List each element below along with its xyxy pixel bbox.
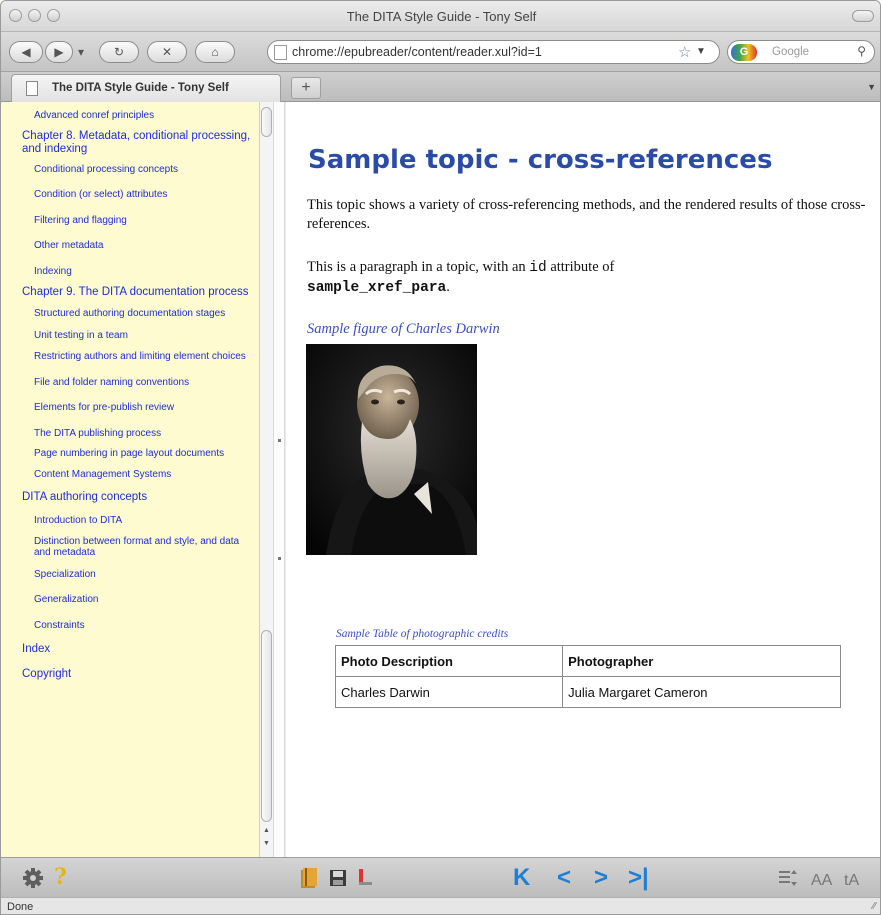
toc-item-advanced-conref[interactable]: Advanced conref principles xyxy=(1,105,259,130)
toc-item-other-metadata[interactable]: Other metadata xyxy=(1,240,259,266)
back-arrow-icon: ◀ xyxy=(21,45,31,59)
search-placeholder[interactable]: Google xyxy=(772,46,809,58)
tab-strip: The DITA Style Guide - Tony Self + ▼ xyxy=(1,72,880,102)
resize-grip-icon[interactable]: ⁄⁄ xyxy=(873,901,876,912)
toc-item-restricting-authors[interactable]: Restricting authors and limiting element… xyxy=(1,351,259,377)
prev-page-icon[interactable]: < xyxy=(557,866,571,890)
toc-item-naming-conventions[interactable]: File and folder naming conventions xyxy=(1,377,259,403)
toc-item-cms[interactable]: Content Management Systems xyxy=(1,469,259,492)
first-page-icon[interactable]: K xyxy=(513,866,530,890)
toc-item-copyright[interactable]: Copyright xyxy=(1,668,259,681)
history-dropdown-button[interactable]: ▾ xyxy=(74,41,88,63)
toc-scrollbar-track-top xyxy=(261,107,272,137)
tab-list-icon[interactable]: ▼ xyxy=(867,82,876,92)
home-icon: ⌂ xyxy=(211,45,219,59)
topic-title: Sample topic - cross-references xyxy=(308,145,773,175)
font-increase-icon[interactable]: tA xyxy=(844,869,859,893)
tab-dita-style-guide[interactable]: The DITA Style Guide - Tony Self xyxy=(11,74,281,102)
reader-content: Sample topic - cross-references This top… xyxy=(286,102,880,857)
toc-item-chapter8[interactable]: Chapter 8. Metadata, conditional process… xyxy=(1,130,259,164)
status-text: Done xyxy=(7,901,34,913)
table-cell: Charles Darwin xyxy=(334,676,564,708)
toc-item-intro-dita[interactable]: Introduction to DITA xyxy=(1,515,259,536)
bookmark-icon[interactable] xyxy=(357,867,373,887)
scroll-up-icon[interactable]: ▲ xyxy=(263,827,270,834)
stop-button[interactable]: ✕ xyxy=(147,41,187,63)
library-icon[interactable] xyxy=(300,867,318,889)
id-value: sample_xref_para xyxy=(307,280,447,296)
toc-item-filtering[interactable]: Filtering and flagging xyxy=(1,215,259,241)
save-icon[interactable] xyxy=(329,869,347,887)
new-tab-button[interactable]: + xyxy=(291,77,321,99)
table-row: Charles Darwin Julia Margaret Cameron xyxy=(334,676,841,708)
url-text[interactable]: chrome://epubreader/content/reader.xul?i… xyxy=(292,45,542,59)
toc-item-condition-attributes[interactable]: Condition (or select) attributes xyxy=(1,189,259,215)
toc-item-index[interactable]: Index xyxy=(1,643,259,668)
toc-scrollbar[interactable]: ▲ ▼ xyxy=(259,102,273,857)
search-engine-icon[interactable]: G xyxy=(731,44,757,61)
toc-item-page-numbering[interactable]: Page numbering in page layout documents xyxy=(1,448,259,469)
toc-item-constraints[interactable]: Constraints xyxy=(1,620,259,644)
status-bar: Done ⁄⁄ xyxy=(1,897,880,914)
last-page-icon[interactable]: >| xyxy=(628,866,649,890)
question-icon[interactable]: ? xyxy=(54,865,67,889)
reload-button[interactable]: ↻ xyxy=(99,41,139,63)
toc-item-chapter9[interactable]: Chapter 9. The DITA documentation proces… xyxy=(1,286,259,308)
chevron-down-icon: ▾ xyxy=(77,45,85,59)
window-title: The DITA Style Guide - Tony Self xyxy=(346,9,537,24)
star-icon[interactable]: ☆ xyxy=(678,43,691,61)
table-cell: Julia Margaret Cameron xyxy=(562,676,841,708)
figure-caption: Sample figure of Charles Darwin xyxy=(307,321,500,337)
toc-item-generalization[interactable]: Generalization xyxy=(1,594,259,620)
search-icon[interactable]: ⚲ xyxy=(857,44,866,58)
navigation-toolbar: ◀ ▶ ▾ ↻ ✕ ⌂ chrome://epubreader/content/… xyxy=(1,32,880,72)
toc-scrollbar-thumb[interactable] xyxy=(261,630,272,822)
toc-item-publishing-process[interactable]: The DITA publishing process xyxy=(1,428,259,449)
title-bar: The DITA Style Guide - Tony Self xyxy=(1,1,880,32)
toc-item-unit-testing[interactable]: Unit testing in a team xyxy=(1,330,259,352)
toc-item-specialization[interactable]: Specialization xyxy=(1,569,259,595)
font-decrease-icon[interactable]: AA xyxy=(811,869,832,893)
inline-code-id: id xyxy=(529,260,547,276)
search-box[interactable]: G Google ⚲ xyxy=(727,40,875,64)
toc-list: Advanced conref principles Chapter 8. Me… xyxy=(1,102,259,681)
document-icon xyxy=(26,81,38,96)
forward-arrow-icon: ▶ xyxy=(54,45,64,59)
browser-window: The DITA Style Guide - Tony Self ◀ ▶ ▾ ↻… xyxy=(0,0,881,915)
line-spacing-icon[interactable] xyxy=(779,870,797,886)
stop-icon: ✕ xyxy=(161,45,173,59)
toc-item-authoring-concepts[interactable]: DITA authoring concepts xyxy=(1,491,259,515)
tab-label: The DITA Style Guide - Tony Self xyxy=(52,82,229,94)
sidebar-splitter[interactable] xyxy=(273,102,285,857)
toc-item-pre-publish-review[interactable]: Elements for pre-publish review xyxy=(1,402,259,428)
splitter-grip-top xyxy=(278,439,281,442)
reload-icon: ↻ xyxy=(113,45,125,59)
toc-item-conditional-concepts[interactable]: Conditional processing concepts xyxy=(1,164,259,190)
darwin-portrait xyxy=(306,344,477,555)
next-page-icon[interactable]: > xyxy=(594,866,608,890)
back-button[interactable]: ◀ xyxy=(9,41,43,63)
page-favicon-icon xyxy=(274,45,287,60)
table-header-row: Photo Description Photographer xyxy=(334,645,841,677)
xref-paragraph: This is a paragraph in a topic, with an … xyxy=(307,259,615,296)
chevron-down-icon[interactable]: ▼ xyxy=(696,46,706,57)
gear-icon[interactable] xyxy=(22,867,44,889)
toc-item-structured-authoring[interactable]: Structured authoring documentation stage… xyxy=(1,308,259,330)
table-caption: Sample Table of photographic credits xyxy=(336,628,509,640)
url-bar[interactable]: chrome://epubreader/content/reader.xul?i… xyxy=(267,40,720,64)
home-button[interactable]: ⌂ xyxy=(195,41,235,63)
toc-item-indexing[interactable]: Indexing xyxy=(1,266,259,287)
reader-toolbar: ? K < > >| AA tA xyxy=(1,857,880,897)
toc-sidebar: Advanced conref principles Chapter 8. Me… xyxy=(1,102,273,857)
table-header-cell: Photographer xyxy=(562,645,841,677)
forward-button[interactable]: ▶ xyxy=(45,41,73,63)
intro-paragraph: This topic shows a variety of cross-refe… xyxy=(307,197,866,232)
toolbar-toggle-button[interactable] xyxy=(852,10,874,22)
toc-item-format-vs-style[interactable]: Distinction between format and style, an… xyxy=(1,536,259,569)
scroll-down-icon[interactable]: ▼ xyxy=(263,840,270,847)
table-header-cell: Photo Description xyxy=(334,645,564,677)
credits-table: Photo Description Photographer Charles D… xyxy=(334,645,841,708)
splitter-grip-bottom xyxy=(278,557,281,560)
